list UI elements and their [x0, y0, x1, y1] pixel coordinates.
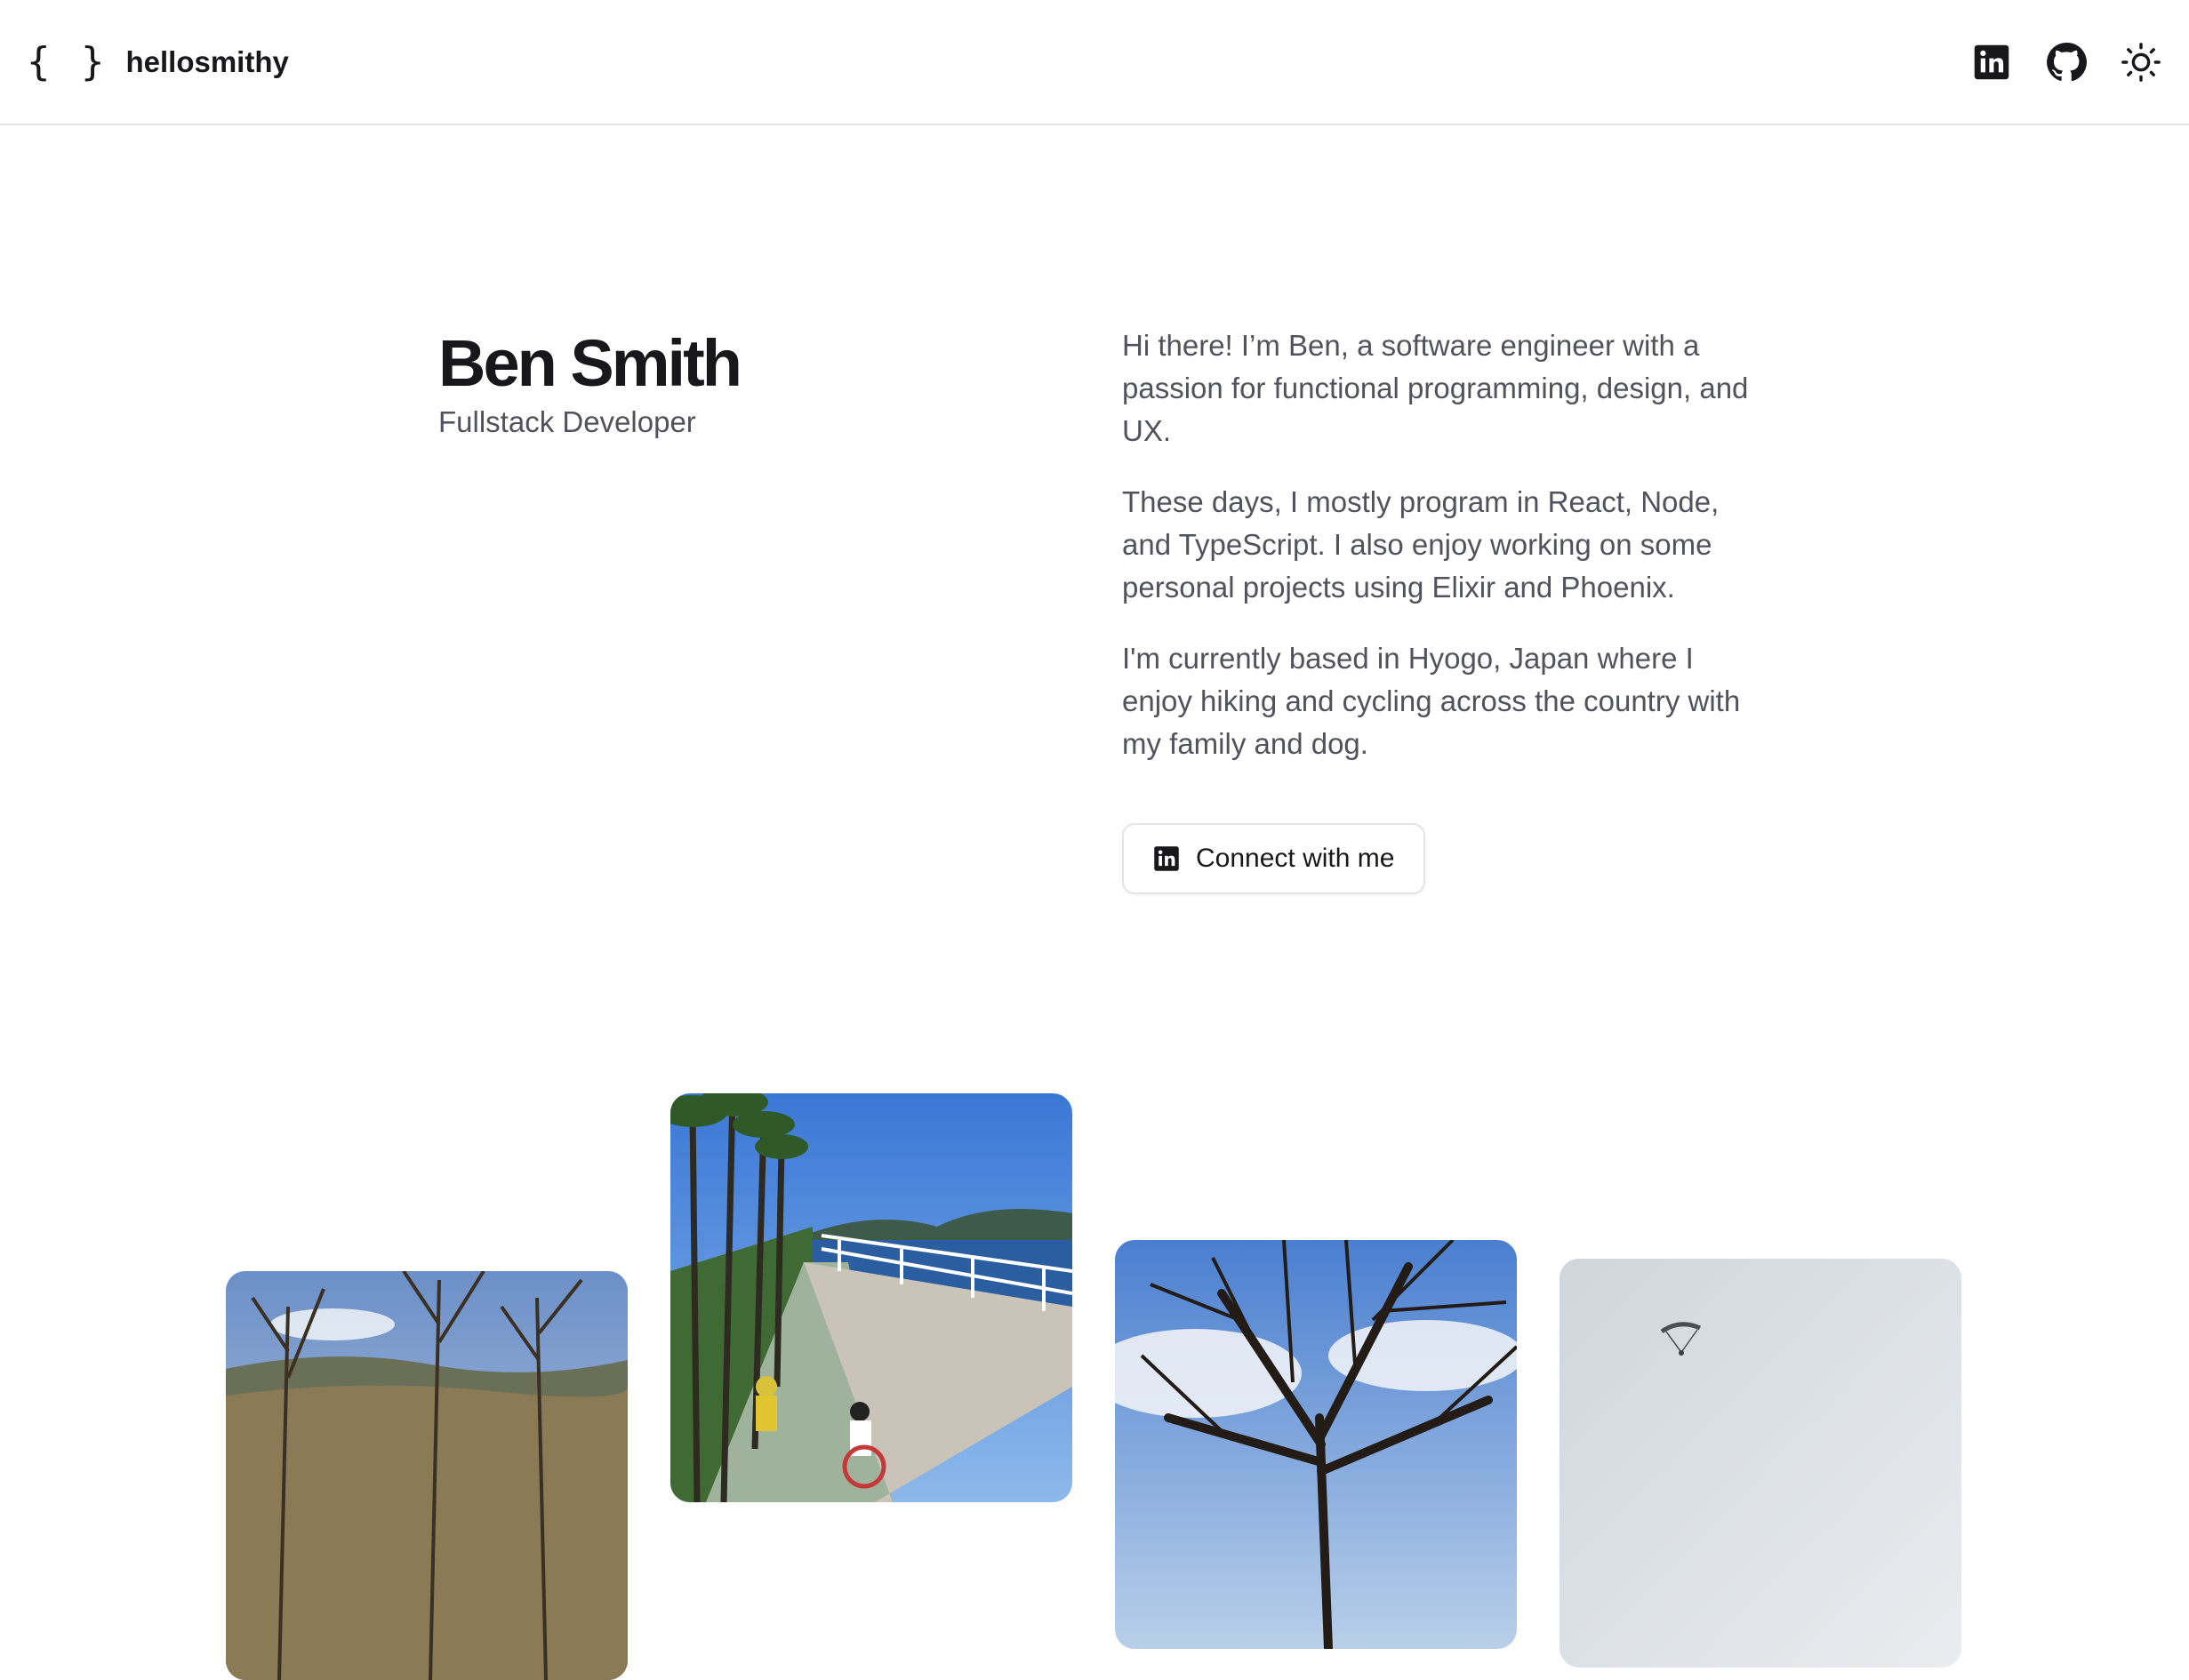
connect-button[interactable]: Connect with me [1122, 823, 1426, 894]
hero-name: Ben Smith [438, 326, 742, 400]
bio-paragraph: These days, I mostly program in React, N… [1122, 485, 1720, 604]
site-header: { } hellosmithy [0, 0, 2189, 125]
github-icon [2047, 42, 2087, 81]
connect-button-label: Connect with me [1196, 844, 1395, 873]
gallery-photo-paraglider[interactable] [1560, 1259, 1961, 1668]
hero-bio: Hi there! I’m Ben, a software engineer w… [1122, 324, 1762, 794]
gallery-photo-hiking[interactable] [226, 1271, 628, 1680]
gallery-photo-tree[interactable] [1115, 1240, 1517, 1649]
bio-paragraph: Hi there! I’m Ben, a software engineer w… [1122, 329, 1749, 447]
hero-intro: Ben Smith Fullstack Developer [438, 324, 742, 442]
hero-role: Fullstack Developer [438, 405, 696, 438]
linkedin-icon [1974, 44, 2009, 79]
home-link[interactable]: { } hellosmithy [27, 39, 289, 84]
theme-toggle-button[interactable] [2120, 41, 2162, 84]
site-name: hellosmithy [125, 44, 289, 78]
bio-paragraph: I'm currently based in Hyogo, Japan wher… [1122, 642, 1741, 760]
github-link[interactable] [2045, 41, 2088, 84]
header-actions [1970, 41, 2162, 84]
linkedin-icon [1154, 846, 1179, 871]
gallery-photo-cycling[interactable] [670, 1093, 1072, 1502]
braces-logo-icon: { } [27, 39, 108, 84]
linkedin-link[interactable] [1970, 41, 2013, 84]
sun-icon [2121, 42, 2161, 82]
